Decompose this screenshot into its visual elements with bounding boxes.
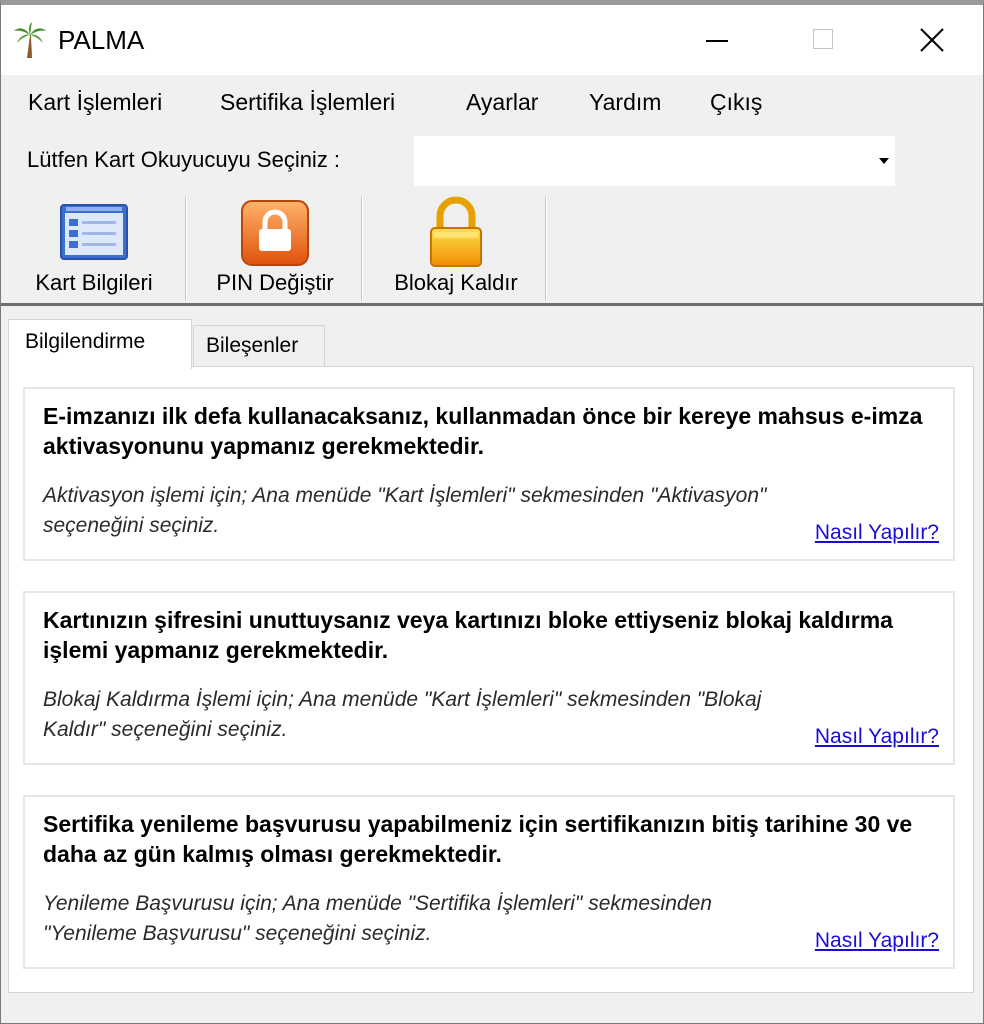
- toolbar-separator: [545, 197, 547, 301]
- tab-bilesenler[interactable]: Bileşenler: [193, 325, 325, 367]
- close-icon: [920, 28, 944, 52]
- card-heading: E-imzanızı ilk defa kullanacaksanız, kul…: [43, 403, 923, 459]
- tab-control: Bilgilendirme Bileşenler E-imzanızı ilk …: [5, 319, 977, 997]
- info-card-renewal: Sertifika yenileme başvurusu yapabilmeni…: [23, 795, 955, 969]
- title-bar[interactable]: PALMA: [1, 5, 983, 75]
- reader-row: Lütfen Kart Okuyucuyu Seçiniz :: [1, 131, 983, 189]
- reader-select[interactable]: [414, 136, 895, 186]
- kart-bilgileri-label: Kart Bilgileri: [35, 270, 153, 295]
- card-description: Blokaj Kaldırma İşlemi için; Ana menüde …: [43, 688, 762, 741]
- how-to-link[interactable]: Nasıl Yapılır?: [815, 725, 939, 749]
- card-description: Aktivasyon işlemi için; Ana menüde "Kart…: [43, 484, 767, 537]
- card-description: Yenileme Başvurusu için; Ana menüde "Ser…: [43, 892, 712, 945]
- blokaj-kaldir-label: Blokaj Kaldır: [394, 270, 518, 295]
- pin-degistir-button[interactable]: PIN Değiştir: [195, 192, 355, 302]
- card-heading: Sertifika yenileme başvurusu yapabilmeni…: [43, 811, 913, 867]
- dropdown-arrow-icon[interactable]: [879, 158, 889, 164]
- menu-bar: Kart İşlemleri Sertifika İşlemleri Ayarl…: [1, 75, 983, 129]
- menu-cikis[interactable]: Çıkış: [710, 89, 762, 116]
- maximize-icon: [813, 29, 833, 49]
- window-title: PALMA: [58, 25, 145, 55]
- toolbar-separator: [185, 197, 187, 301]
- card-info-icon: [60, 204, 128, 260]
- toolbar: Kart Bilgileri PIN Değiştir Blokaj Kaldı…: [1, 192, 983, 306]
- how-to-link[interactable]: Nasıl Yapılır?: [815, 929, 939, 953]
- tab-panel-bilgilendirme: E-imzanızı ilk defa kullanacaksanız, kul…: [8, 366, 974, 993]
- app-window: PALMA Kart İşlemleri Sertifika İşlemleri…: [0, 0, 984, 1024]
- blokaj-kaldir-button[interactable]: Blokaj Kaldır: [373, 192, 539, 302]
- minimize-icon: [706, 40, 728, 42]
- card-heading: Kartınızın şifresini unuttuysanız veya k…: [43, 607, 893, 663]
- palm-tree-icon: [14, 22, 46, 58]
- toolbar-separator: [361, 197, 363, 301]
- maximize-button[interactable]: [779, 5, 869, 75]
- pin-lock-icon: [241, 200, 309, 266]
- kart-bilgileri-button[interactable]: Kart Bilgileri: [13, 192, 175, 302]
- padlock-icon: [430, 196, 482, 267]
- menu-ayarlar[interactable]: Ayarlar: [466, 89, 538, 116]
- tab-bilgilendirme[interactable]: Bilgilendirme: [8, 319, 192, 369]
- how-to-link[interactable]: Nasıl Yapılır?: [815, 521, 939, 545]
- info-card-unblock: Kartınızın şifresini unuttuysanız veya k…: [23, 591, 955, 765]
- menu-sertifika-islemleri[interactable]: Sertifika İşlemleri: [220, 89, 395, 116]
- menu-kart-islemleri[interactable]: Kart İşlemleri: [28, 89, 162, 116]
- menu-yardim[interactable]: Yardım: [589, 89, 661, 116]
- reader-label: Lütfen Kart Okuyucuyu Seçiniz :: [27, 147, 341, 172]
- pin-degistir-label: PIN Değiştir: [216, 270, 334, 295]
- info-card-activation: E-imzanızı ilk defa kullanacaksanız, kul…: [23, 387, 955, 561]
- close-button[interactable]: [887, 5, 977, 75]
- minimize-button[interactable]: [673, 5, 763, 75]
